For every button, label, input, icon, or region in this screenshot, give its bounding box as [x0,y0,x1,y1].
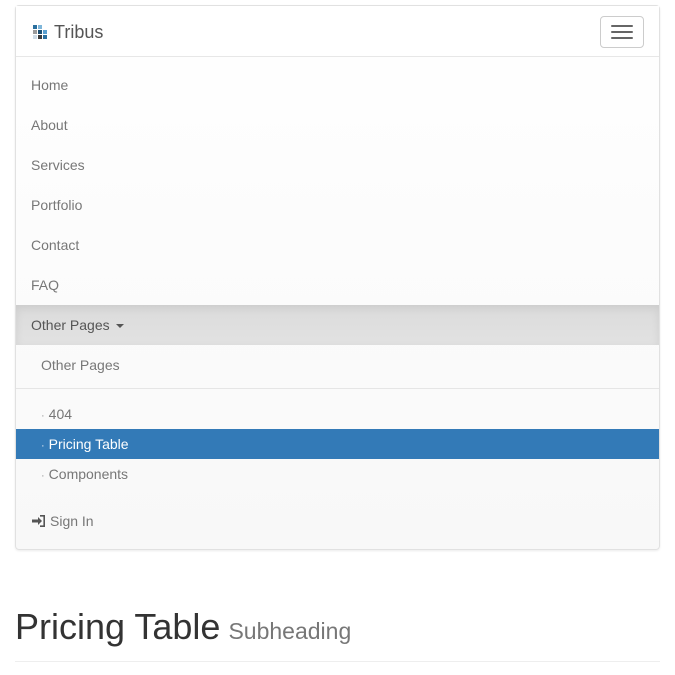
dropdown-item-components[interactable]: · Components [16,459,659,489]
dropdown-item-label: Components [48,466,129,482]
dropdown-item-label: Pricing Table [48,436,129,452]
nav-item-services[interactable]: Services [16,145,659,185]
bullet-icon: · [41,410,45,422]
navbar-toggle-button[interactable] [600,16,644,48]
bullet-icon: · [41,470,45,482]
dropdown-header-label: Other Pages [41,357,120,373]
hamburger-icon-bar [611,37,633,39]
nav-item-label: Contact [31,237,80,253]
page-subheading: Subheading [228,618,352,644]
sign-in-link[interactable]: Sign In [16,501,659,541]
nav-item-faq[interactable]: FAQ [16,265,659,305]
dropdown-item-pricing-table[interactable]: · Pricing Table [16,429,659,459]
nav-item-label: FAQ [31,277,60,293]
nav-item-home[interactable]: Home [16,65,659,105]
page-header: Pricing Table Subheading [15,603,660,662]
nav-item-label: Portfolio [31,197,83,213]
nav-item-contact[interactable]: Contact [16,225,659,265]
nav-item-about[interactable]: About [16,105,659,145]
sign-in-label: Sign In [50,513,94,529]
dropdown-item-label: 404 [48,406,73,422]
page-title-text: Pricing Table [15,606,221,647]
dropdown-item-404[interactable]: · 404 [16,399,659,429]
dropdown-header: Other Pages [16,345,659,389]
caret-down-icon [115,324,124,329]
page-title: Pricing Table Subheading [15,603,660,655]
nav-item-label: Services [31,157,85,173]
brand-logo-icon [33,25,47,39]
brand-link[interactable]: Tribus [32,20,103,44]
nav-item-label: About [31,117,68,133]
navbar-header: Tribus [16,6,659,57]
navbar: Tribus Home About Services Portfolio Con… [15,5,660,550]
hamburger-icon-bar [611,25,633,27]
other-pages-dropdown-toggle[interactable]: Other Pages [16,305,659,345]
nav-item-label: Home [31,77,69,93]
hamburger-icon-bar [611,31,633,33]
dropdown-toggle-label: Other Pages [31,317,110,333]
nav-item-portfolio[interactable]: Portfolio [16,185,659,225]
bullet-icon: · [41,440,45,452]
brand-name: Tribus [54,22,104,42]
sign-in-icon [32,515,45,527]
